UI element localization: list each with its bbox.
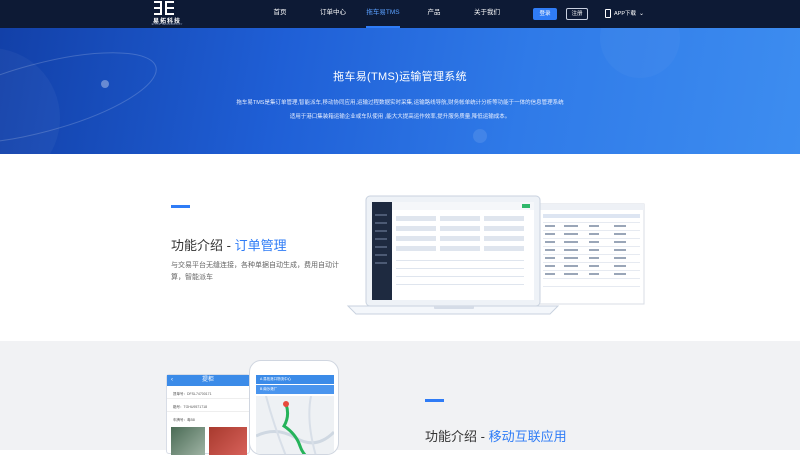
mobile-feature-section: ‹ 提柜 提单号：DFSL74700171 箱号：TGHU9571718 车牌号…	[0, 341, 800, 455]
hero-banner: 拖车易(TMS)运输管理系统 拖车易TMS是集订单管理,智能派车,移动协同应用,…	[0, 28, 800, 154]
feature-title-prefix: 功能介绍 -	[171, 238, 235, 253]
login-button[interactable]: 登录	[533, 8, 557, 20]
feature-title-prefix: 功能介绍 -	[425, 429, 489, 444]
nav-item-home[interactable]: 首页	[268, 0, 292, 28]
nav-item-tms[interactable]: 拖车易TMS	[366, 0, 400, 28]
brand-subtitle: E-TOP TECHNOLOGY	[151, 22, 183, 26]
feature-title-highlight: 移动互联应用	[488, 429, 567, 444]
app-download-menu[interactable]: APP下载 ⌄	[605, 8, 644, 20]
nav-item-products[interactable]: 产品	[424, 0, 444, 28]
phone-mockup-pickup: ‹ 提柜 提单号：DFSL74700171 箱号：TGHU9571718 车牌号…	[166, 374, 250, 455]
feature-title-mobile: 功能介绍 - 移动互联应用	[425, 426, 567, 445]
container-photo	[171, 427, 205, 455]
phone-pickup-header: ‹ 提柜	[167, 375, 249, 386]
container-photo	[209, 427, 247, 455]
hero-orbit-decoration	[0, 48, 487, 154]
brand-logo[interactable]: 易拓科技 E-TOP TECHNOLOGY	[142, 1, 192, 27]
chevron-down-icon: ⌄	[639, 11, 645, 17]
feature-title-order: 功能介绍 - 订单管理	[171, 235, 287, 254]
phone-pickup-row: 提单号：DFSL74700171	[167, 386, 249, 399]
hero-description-line1: 拖车易TMS是集订单管理,智能派车,移动协同应用,运输过程数据实时采集,运输路线…	[236, 100, 564, 106]
phone-pickup-row: 箱号：TGHU9571718	[167, 399, 249, 412]
top-navbar: 易拓科技 E-TOP TECHNOLOGY 首页 订单中心 拖车易TMS 产品 …	[0, 0, 800, 28]
hero-title: 拖车易(TMS)运输管理系统	[333, 71, 467, 83]
route-map	[256, 396, 334, 454]
route-end: B 南沙港厂	[256, 385, 334, 394]
route-start: A 易拓港口物流中心	[256, 375, 334, 384]
nav-item-about[interactable]: 关于我们	[472, 0, 502, 28]
app-download-label: APP下载	[614, 11, 637, 17]
nav-item-order-center[interactable]: 订单中心	[316, 0, 350, 28]
hero-description-line2: 适用于港口集装箱运输企业或车队使用 ,能大大提高运作效率,提升服务质量,降低运输…	[289, 114, 511, 120]
phone-pickup-row: 车牌号：粤B8	[173, 418, 195, 422]
section-accent-bar	[425, 399, 444, 402]
register-button[interactable]: 注册	[566, 8, 588, 20]
phone-mockup-map: A 易拓港口物流中心 B 南沙港厂	[249, 360, 339, 455]
phone-pickup-title: 提柜	[201, 377, 214, 383]
map-pin-icon	[283, 401, 289, 407]
logo-icon	[154, 1, 174, 15]
phone-icon	[605, 9, 611, 19]
back-arrow-icon: ‹	[171, 377, 173, 383]
feature-description-order: 与交易平台无缝连接，各种单据自动生成，费用自动计算，智能派车	[171, 262, 339, 281]
section-accent-bar	[171, 205, 190, 208]
order-management-screenshot	[346, 195, 645, 315]
feature-title-highlight: 订单管理	[234, 238, 287, 253]
